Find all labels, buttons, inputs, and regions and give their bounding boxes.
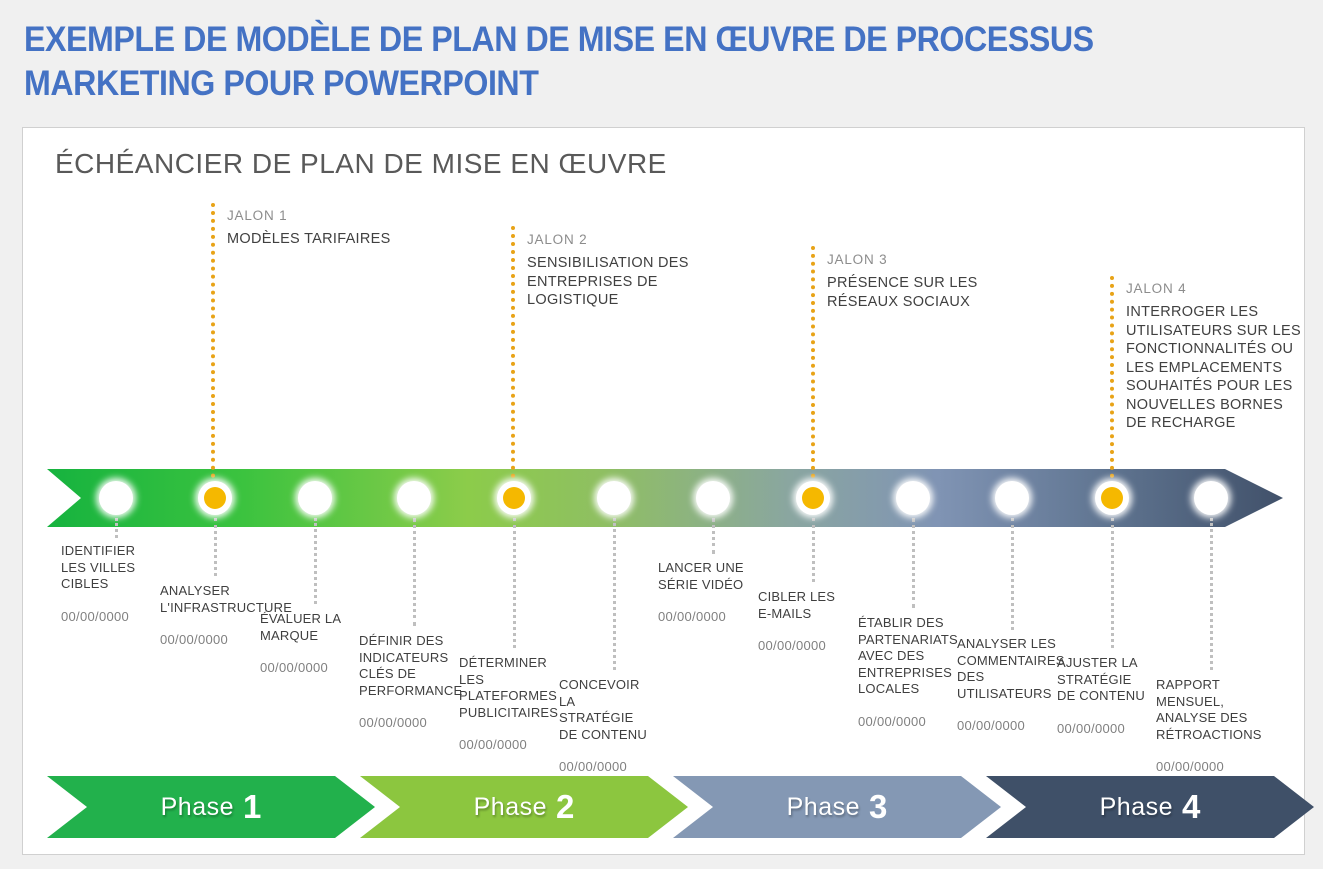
task-connector-6: [613, 518, 616, 670]
task-text: ANALYSER L'INFRASTRUCTURE: [160, 583, 293, 615]
task-node-12[interactable]: [1194, 481, 1228, 515]
task-connector-3: [314, 518, 317, 604]
task-text: CONCEVOIR LA STRATÉGIE DE CONTENU: [559, 677, 647, 742]
milestone-node-11[interactable]: [1095, 481, 1129, 515]
milestone-block-1: JALON 1 MODÈLES TARIFAIRES: [227, 208, 397, 249]
phase-bar: Phase 1 Phase 2 Phase 3 Phase 4: [47, 776, 1287, 838]
task-node-1[interactable]: [99, 481, 133, 515]
task-date: 00/00/0000: [1156, 759, 1225, 774]
task-node-10[interactable]: [995, 481, 1029, 515]
task-date: 00/00/0000: [1057, 720, 1126, 736]
phase-label: Phase: [473, 792, 548, 821]
milestone-kicker: JALON 3: [827, 252, 888, 267]
task-block-7: LANCER UNE SÉRIE VIDÉO 00/00/0000: [658, 560, 746, 624]
task-date: 00/00/0000: [758, 638, 827, 653]
task-connector-1: [115, 518, 118, 538]
task-connector-10: [1011, 518, 1014, 630]
milestone-text: MODÈLES TARIFAIRES: [227, 231, 391, 247]
milestone-connector-4: [1110, 276, 1114, 478]
task-text: ANALYSER LES COMMENTAIRES DES UTILISATEU…: [957, 636, 1065, 701]
milestone-kicker: JALON 1: [227, 208, 288, 223]
task-date: 00/00/0000: [459, 737, 528, 752]
task-date: 00/00/0000: [61, 608, 130, 624]
task-date: 00/00/0000: [160, 632, 229, 647]
task-block-6: CONCEVOIR LA STRATÉGIE DE CONTENU 00/00/0…: [559, 677, 649, 774]
task-date: 00/00/0000: [957, 718, 1026, 733]
page-title: EXEMPLE DE MODÈLE DE PLAN DE MISE EN ŒUV…: [24, 20, 1094, 103]
task-block-10: ANALYSER LES COMMENTAIRES DES UTILISATEU…: [957, 636, 1065, 733]
task-connector-7: [712, 518, 715, 554]
phase-number: 1: [243, 788, 262, 825]
task-date: 00/00/0000: [858, 713, 927, 729]
phase-number: 3: [869, 788, 888, 825]
milestone-connector-2: [511, 226, 515, 478]
task-block-9: ÉTABLIR DES PARTENARIATS AVEC DES ENTREP…: [858, 615, 958, 729]
phase-chevron-4[interactable]: Phase 4: [986, 776, 1314, 838]
task-node-6[interactable]: [597, 481, 631, 515]
task-connector-2: [214, 518, 217, 576]
milestone-kicker: JALON 2: [527, 232, 588, 247]
task-text: CIBLER LES E-MAILS: [758, 589, 836, 621]
task-connector-12: [1210, 518, 1213, 670]
task-text: LANCER UNE SÉRIE VIDÉO: [658, 560, 744, 592]
task-node-3[interactable]: [298, 481, 332, 515]
milestone-connector-3: [811, 246, 815, 478]
task-connector-9: [912, 518, 915, 608]
task-date: 00/00/0000: [658, 609, 727, 624]
task-block-1: IDENTIFIER LES VILLES CIBLES 00/00/0000: [61, 543, 141, 624]
task-text: ÉVALUER LA MARQUE: [260, 611, 341, 643]
milestone-connector-1: [211, 203, 215, 478]
task-connector-5: [513, 518, 516, 648]
task-block-4: DÉFINIR DES INDICATEURS CLÉS DE PERFORMA…: [359, 633, 463, 730]
task-date: 00/00/0000: [260, 660, 329, 675]
phase-number: 2: [556, 788, 575, 825]
task-text: RAPPORT MENSUEL, ANALYSE DES RÉTROACTION…: [1156, 677, 1262, 742]
phase-label: Phase: [786, 792, 861, 821]
milestone-text: INTERROGER LES UTILISATEURS SUR LES FONC…: [1126, 304, 1301, 431]
task-block-5: DÉTERMINER LES PLATEFORMES PUBLICITAIRES…: [459, 655, 564, 752]
task-date: 00/00/0000: [359, 715, 428, 730]
milestone-block-3: JALON 3 PRÉSENCE SUR LES RÉSEAUX SOCIAUX: [827, 252, 987, 311]
task-text: IDENTIFIER LES VILLES CIBLES: [61, 543, 136, 591]
milestone-block-4: JALON 4 INTERROGER LES UTILISATEURS SUR L…: [1126, 281, 1301, 433]
task-block-2: ANALYSER L'INFRASTRUCTURE 00/00/0000: [160, 583, 293, 647]
task-text: DÉFINIR DES INDICATEURS CLÉS DE PERFORMA…: [359, 633, 463, 698]
phase-chevron-3[interactable]: Phase 3: [673, 776, 1001, 838]
milestone-node-2[interactable]: [198, 481, 232, 515]
task-node-7[interactable]: [696, 481, 730, 515]
task-block-11: AJUSTER LA STRATÉGIE DE CONTENU 00/00/000…: [1057, 655, 1145, 736]
milestone-block-2: JALON 2 SENSIBILISATION DES ENTREPRISES D…: [527, 232, 707, 310]
milestone-node-5[interactable]: [497, 481, 531, 515]
task-text: ÉTABLIR DES PARTENARIATS AVEC DES ENTREP…: [858, 615, 958, 696]
task-connector-11: [1111, 518, 1114, 648]
task-block-8: CIBLER LES E-MAILS 00/00/0000: [758, 589, 843, 653]
phase-label: Phase: [1099, 792, 1174, 821]
task-connector-8: [812, 518, 815, 582]
phase-chevron-1[interactable]: Phase 1: [47, 776, 375, 838]
milestone-node-8[interactable]: [796, 481, 830, 515]
task-date: 00/00/0000: [559, 759, 628, 774]
phase-chevron-2[interactable]: Phase 2: [360, 776, 688, 838]
milestone-kicker: JALON 4: [1126, 281, 1187, 296]
task-text: AJUSTER LA STRATÉGIE DE CONTENU: [1057, 655, 1145, 703]
milestone-text: SENSIBILISATION DES ENTREPRISES DE LOGIS…: [527, 255, 689, 308]
task-node-9[interactable]: [896, 481, 930, 515]
timeline-card: ÉCHÉANCIER DE PLAN DE MISE EN ŒUVRE JALO…: [22, 127, 1305, 855]
phase-number: 4: [1182, 788, 1201, 825]
task-block-12: RAPPORT MENSUEL, ANALYSE DES RÉTROACTION…: [1156, 677, 1262, 774]
task-text: DÉTERMINER LES PLATEFORMES PUBLICITAIRES: [459, 655, 559, 720]
task-connector-4: [413, 518, 416, 626]
implementation-timeline: JALON 1 MODÈLES TARIFAIRES JALON 2 SENSIBIL…: [23, 128, 1304, 854]
task-node-4[interactable]: [397, 481, 431, 515]
phase-label: Phase: [160, 792, 235, 821]
task-block-3: ÉVALUER LA MARQUE 00/00/0000: [260, 611, 345, 675]
milestone-text: PRÉSENCE SUR LES RÉSEAUX SOCIAUX: [827, 275, 978, 310]
